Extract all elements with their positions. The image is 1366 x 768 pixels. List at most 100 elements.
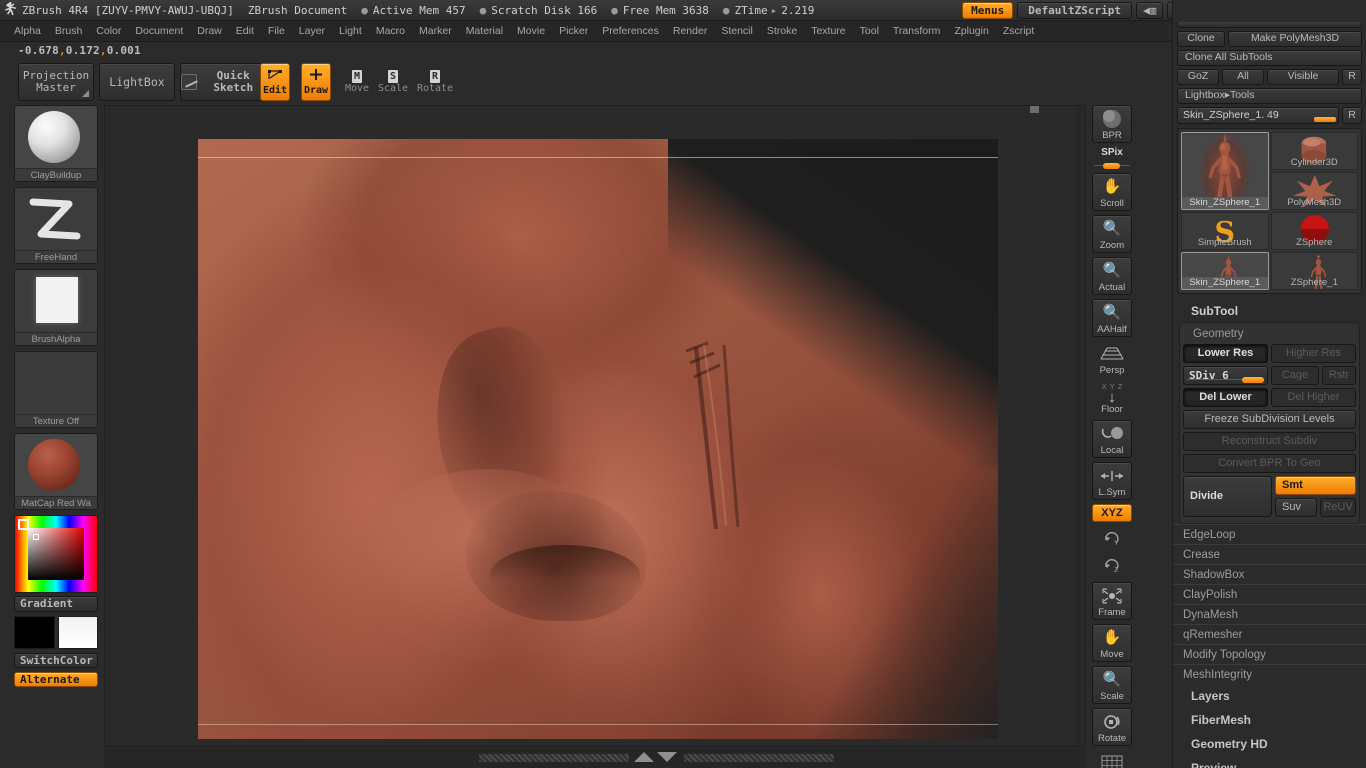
zscript-name-button[interactable]: DefaultZScript (1017, 2, 1132, 19)
local-symmetry-button[interactable]: L.Sym (1092, 461, 1132, 500)
canvas-resize-handle[interactable] (1030, 106, 1039, 113)
menus-button[interactable]: Menus (962, 2, 1014, 19)
geometry-subsection-meshintegrity[interactable]: MeshIntegrity (1173, 664, 1366, 684)
all-button[interactable]: All (1222, 69, 1264, 85)
scroll-arrows[interactable] (634, 752, 680, 764)
menu-item-material[interactable]: Material (460, 23, 509, 39)
geometry-header[interactable]: Geometry (1183, 326, 1356, 344)
document-canvas[interactable] (198, 139, 998, 739)
goz-r-button[interactable]: R (1342, 69, 1362, 85)
sv-marker[interactable] (33, 534, 39, 540)
geometry-subsection-claypolish[interactable]: ClayPolish (1173, 584, 1366, 604)
tool-thumb-skin-zsphere-small[interactable]: Skin_ZSphere_1 (1181, 252, 1269, 290)
bpr-render-button[interactable]: BPR (1092, 105, 1132, 143)
primary-color-swatch[interactable] (14, 616, 55, 649)
z-rotate-button[interactable]: Z (1092, 553, 1132, 578)
gradient-button[interactable]: Gradient (14, 596, 98, 612)
lower-res-button[interactable]: Lower Res (1183, 344, 1268, 363)
hue-marker[interactable] (18, 519, 29, 530)
local-pivot-button[interactable]: Local (1092, 419, 1132, 458)
smt-button[interactable]: Smt (1275, 476, 1356, 495)
goz-button[interactable]: GoZ (1177, 69, 1219, 85)
aahalf-button[interactable]: 🔍 AAHalf (1092, 299, 1132, 337)
clone-button[interactable]: Clone (1177, 31, 1225, 47)
menu-item-picker[interactable]: Picker (553, 23, 594, 39)
menu-item-layer[interactable]: Layer (293, 23, 331, 39)
higher-res-button[interactable]: Higher Res (1271, 344, 1356, 363)
slider-knob[interactable] (1242, 377, 1264, 383)
reuv-button[interactable]: ReUV (1320, 498, 1356, 517)
menu-item-stencil[interactable]: Stencil (715, 23, 759, 39)
material-swatch[interactable]: MatCap Red Wa (14, 433, 98, 510)
rstr-button[interactable]: Rstr (1322, 366, 1356, 385)
current-tool-r-button[interactable]: R (1342, 107, 1362, 124)
freeze-subdivision-levels-button[interactable]: Freeze SubDivision Levels (1183, 410, 1356, 429)
rotate-button[interactable]: Rotate (1092, 707, 1132, 746)
primary-secondary-color[interactable] (14, 616, 98, 649)
cage-button[interactable]: Cage (1271, 366, 1319, 385)
quick-sketch-button[interactable]: Quick Sketch (180, 63, 266, 101)
tool-thumb-zsphere[interactable]: ZSphere (1270, 212, 1358, 250)
spix-slider[interactable]: SPix (1092, 147, 1132, 169)
geometry-subsection-qremesher[interactable]: qRemesher (1173, 624, 1366, 644)
clone-all-subtools-button[interactable]: Clone All SubTools (1177, 50, 1362, 66)
geometry-subsection-edgeloop[interactable]: EdgeLoop (1173, 524, 1366, 544)
secondary-color-swatch[interactable] (57, 616, 98, 649)
brush-swatch[interactable]: ClayBuildup (14, 105, 98, 182)
frame-button[interactable]: Frame (1092, 581, 1132, 620)
color-picker[interactable] (14, 515, 98, 593)
palette-layers[interactable]: Layers (1173, 684, 1366, 708)
geometry-subsection-crease[interactable]: Crease (1173, 544, 1366, 564)
geometry-subsection-dynamesh[interactable]: DynaMesh (1173, 604, 1366, 624)
move-mode-button[interactable]: M Move (342, 63, 372, 101)
palette-geometry-hd[interactable]: Geometry HD (1173, 732, 1366, 756)
menu-item-macro[interactable]: Macro (370, 23, 411, 39)
perspective-button[interactable]: Persp (1092, 341, 1132, 377)
canvas-vertical-scrollbar[interactable] (1076, 106, 1085, 746)
slider-knob[interactable] (1314, 117, 1336, 122)
del-lower-button[interactable]: Del Lower (1183, 388, 1268, 407)
switch-color-button[interactable]: SwitchColor (14, 653, 98, 668)
make-polymesh3d-button[interactable]: Make PolyMesh3D (1228, 31, 1362, 47)
alternate-button[interactable]: Alternate (14, 672, 98, 687)
menu-item-marker[interactable]: Marker (413, 23, 458, 39)
menu-item-tool[interactable]: Tool (854, 23, 885, 39)
zoom-button[interactable]: 🔍 Zoom (1092, 215, 1132, 253)
divide-button[interactable]: Divide (1183, 476, 1272, 517)
current-tool-field[interactable]: Skin_ZSphere_1. 49 (1177, 107, 1339, 124)
tool-thumb-skin-zsphere-large[interactable]: Skin_ZSphere_1 (1181, 132, 1269, 210)
del-higher-button[interactable]: Del Higher (1271, 388, 1356, 407)
axis-x-label[interactable]: X (1102, 383, 1107, 391)
geometry-subsection-shadowbox[interactable]: ShadowBox (1173, 564, 1366, 584)
menu-item-alpha[interactable]: Alpha (8, 23, 47, 39)
tool-thumb-zsphere-1[interactable]: ZSphere_1 (1270, 252, 1358, 290)
scale-button[interactable]: 🔍 Scale (1092, 665, 1132, 704)
menu-item-transform[interactable]: Transform (887, 23, 946, 39)
prev-zscript-button[interactable]: ◀▥ (1135, 2, 1164, 19)
geometry-subsection-modify-topology[interactable]: Modify Topology (1173, 644, 1366, 664)
convert-bpr-to-geo-button[interactable]: Convert BPR To Geo (1183, 454, 1356, 473)
menu-item-render[interactable]: Render (667, 23, 713, 39)
alpha-swatch[interactable]: BrushAlpha (14, 269, 98, 346)
menu-item-movie[interactable]: Movie (511, 23, 551, 39)
y-rotate-button[interactable]: Y (1092, 526, 1132, 551)
edit-mode-button[interactable]: Edit (260, 63, 290, 101)
xyz-rotate-button[interactable]: XYZ (1092, 503, 1132, 522)
menu-item-file[interactable]: File (262, 23, 291, 39)
polyframe-button[interactable]: PolyF (1092, 750, 1132, 768)
menu-item-document[interactable]: Document (129, 23, 189, 39)
palette-preview[interactable]: Preview (1173, 756, 1366, 768)
menu-item-draw[interactable]: Draw (191, 23, 228, 39)
texture-swatch[interactable]: Texture Off (14, 351, 98, 428)
menu-item-light[interactable]: Light (333, 23, 368, 39)
scroll-up-arrow-icon[interactable] (634, 752, 654, 762)
move-button[interactable]: ✋ Move (1092, 623, 1132, 662)
menu-item-zscript[interactable]: Zscript (997, 23, 1041, 39)
palette-fibermesh[interactable]: FiberMesh (1173, 708, 1366, 732)
menu-item-brush[interactable]: Brush (49, 23, 88, 39)
scroll-track-right[interactable] (684, 754, 834, 762)
stroke-swatch[interactable]: FreeHand (14, 187, 98, 264)
tool-thumb-cylinder3d[interactable]: Cylinder3D (1270, 132, 1358, 170)
rotate-mode-button[interactable]: R Rotate (417, 63, 453, 101)
canvas-bottom-scrollbar[interactable] (104, 748, 1086, 768)
